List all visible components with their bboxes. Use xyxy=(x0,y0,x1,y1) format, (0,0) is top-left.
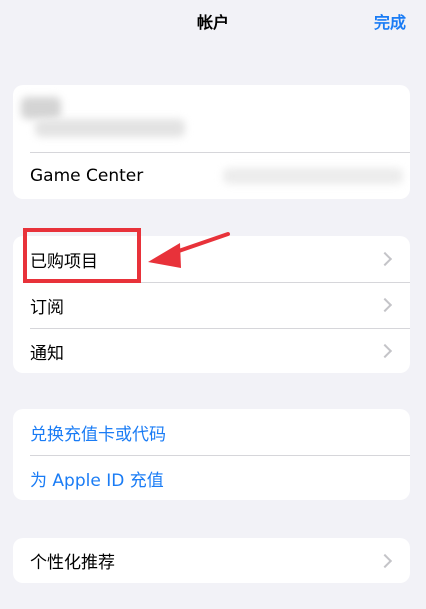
annotation-arrow-icon xyxy=(148,232,230,268)
